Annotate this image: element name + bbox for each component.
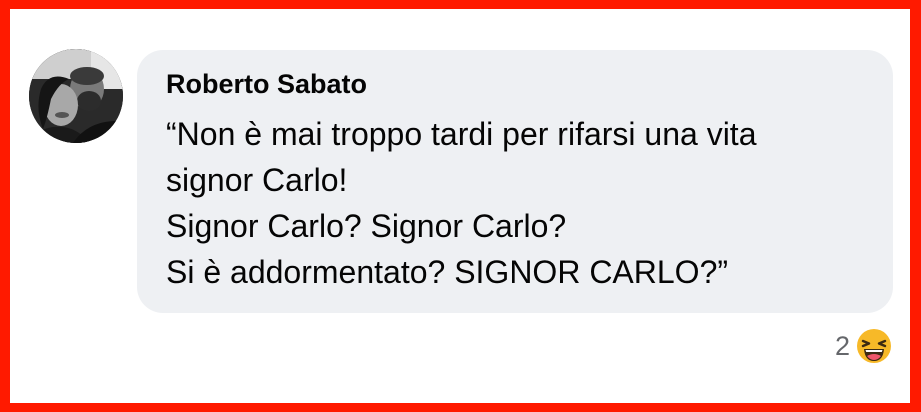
reaction-count: 2 bbox=[834, 331, 850, 361]
laughing-emoji-icon bbox=[854, 326, 894, 366]
comment-bubble: Roberto Sabato “Non è mai troppo tardi p… bbox=[137, 50, 893, 313]
comment-text-line: “Non è mai troppo tardi per rifarsi una … bbox=[166, 116, 757, 152]
comment-text-line: signor Carlo! bbox=[166, 162, 348, 198]
comment-author[interactable]: Roberto Sabato bbox=[166, 67, 867, 101]
comment-text-line: Signor Carlo? Signor Carlo? bbox=[166, 208, 567, 244]
comment-card: Roberto Sabato “Non è mai troppo tardi p… bbox=[10, 9, 910, 403]
profile-photo-icon bbox=[29, 49, 123, 143]
comment-text-line: Si è addormentato? SIGNOR CARLO?” bbox=[166, 254, 729, 290]
reactions-summary[interactable]: 2 bbox=[835, 326, 894, 366]
avatar[interactable] bbox=[29, 49, 123, 143]
